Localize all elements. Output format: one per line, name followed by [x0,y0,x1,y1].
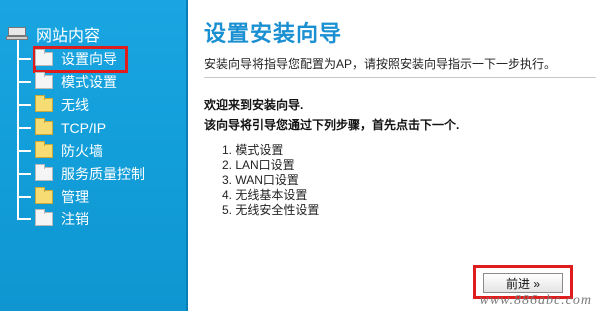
sidebar-item-wireless[interactable]: 无线 [17,94,89,116]
list-item: 4. 无线基本设置 [222,188,308,202]
page-icon [35,72,53,89]
next-button[interactable]: 前进 » [483,273,563,293]
divider [204,77,596,78]
sidebar-item-mode-settings[interactable]: 模式设置 [17,71,117,93]
sidebar-item-logout[interactable]: 注销 [17,208,89,230]
sidebar-item-label: TCP/IP [61,120,107,136]
sidebar-item-management[interactable]: 管理 [17,186,89,208]
folder-icon [35,187,53,204]
sidebar-item-label: 服务质量控制 [61,166,145,182]
intro-text: 该向导将引导您通过下列步骤，首先点击下一个. [204,118,460,132]
sidebar-item-label: 管理 [61,189,89,205]
sidebar-item-label: 设置向导 [61,51,117,67]
tree-root: 网站内容 [6,24,101,45]
page-title: 设置安装向导 [204,21,343,46]
sidebar-item-qos[interactable]: 服务质量控制 [17,163,145,185]
list-item: 2. LAN口设置 [222,158,295,172]
list-item: 3. WAN口设置 [222,173,299,187]
page-icon [35,209,53,226]
watermark: www.886abc.com [479,293,592,308]
folder-icon [35,118,53,135]
sidebar-item-label: 无线 [61,97,89,113]
list-item: 1. 模式设置 [222,143,284,157]
sidebar: 网站内容 设置向导 模式设置 无线 TCP/IP 防火墙 服务质量控制 管理 注… [0,0,188,311]
page-subtitle: 安装向导将指导您配置为AP，请按照安装向导指示一下一步执行。 [204,57,557,71]
folder-icon [35,95,53,112]
steps-list: 1. 模式设置 2. LAN口设置 3. WAN口设置 4. 无线基本设置 5.… [222,143,319,218]
folder-icon [35,141,53,158]
sidebar-item-setup-wizard[interactable]: 设置向导 [17,48,117,70]
sidebar-item-label: 注销 [61,211,89,227]
welcome-text: 欢迎来到安装向导. [204,98,304,112]
sidebar-item-firewall[interactable]: 防火墙 [17,140,103,162]
list-item: 5. 无线安全性设置 [222,203,320,217]
page-icon [35,49,53,66]
sidebar-item-tcpip[interactable]: TCP/IP [17,117,106,139]
page-icon [35,164,53,181]
main-content: 设置安装向导 安装向导将指导您配置为AP，请按照安装向导指示一下一步执行。 欢迎… [190,0,600,311]
computer-icon [6,27,28,41]
sidebar-item-label: 防火墙 [61,143,103,159]
sidebar-item-label: 模式设置 [61,74,117,90]
tree-root-label: 网站内容 [36,28,101,45]
